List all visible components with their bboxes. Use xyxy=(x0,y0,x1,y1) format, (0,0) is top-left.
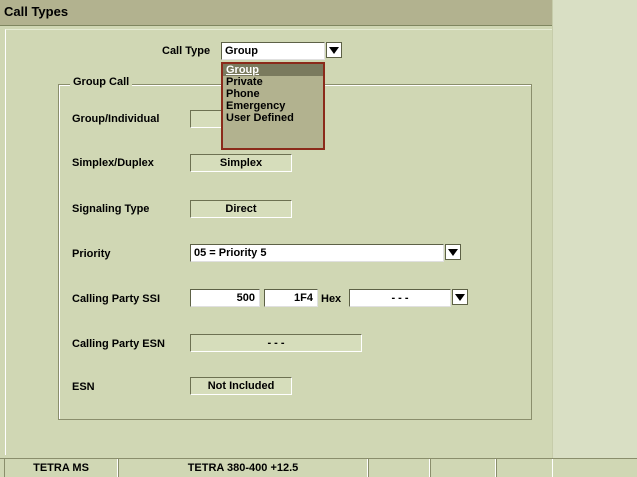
call-type-dropdown-button[interactable] xyxy=(326,42,342,58)
status-slot-2[interactable] xyxy=(430,459,496,477)
priority-label: Priority xyxy=(72,248,111,260)
status-slot-3[interactable] xyxy=(496,459,553,477)
group-individual-label: Group/Individual xyxy=(72,113,160,125)
chevron-down-icon xyxy=(455,293,465,301)
simplex-duplex-label: Simplex/Duplex xyxy=(72,157,154,169)
window-title: Call Types xyxy=(0,0,552,26)
ssi-decimal-input[interactable]: 500 xyxy=(190,289,260,307)
call-type-dropdown-list: Group Private Phone Emergency User Defin… xyxy=(221,62,325,150)
dropdown-option-group[interactable]: Group xyxy=(223,64,323,76)
priority-dropdown-button[interactable] xyxy=(445,244,461,260)
ssi-dropdown-button[interactable] xyxy=(452,289,468,305)
esn-label: ESN xyxy=(72,381,95,393)
call-type-select[interactable]: Group xyxy=(221,42,325,60)
calling-party-esn-label: Calling Party ESN xyxy=(72,338,165,350)
esn-field[interactable]: Not Included xyxy=(190,377,292,395)
calling-party-ssi-label: Calling Party SSI xyxy=(72,293,161,305)
signaling-type-label: Signaling Type xyxy=(72,203,150,215)
dropdown-option-phone[interactable]: Phone xyxy=(223,88,323,100)
signaling-type-field[interactable]: Direct xyxy=(190,200,292,218)
dropdown-option-private[interactable]: Private xyxy=(223,76,323,88)
ssi-hex-input[interactable]: 1F4 xyxy=(264,289,318,307)
hex-label: Hex xyxy=(321,293,342,305)
dropdown-option-emergency[interactable]: Emergency xyxy=(223,100,323,112)
ssi-extra-select[interactable]: - - - xyxy=(349,289,451,307)
calling-party-esn-field[interactable]: - - - xyxy=(190,334,362,352)
call-type-label: Call Type xyxy=(162,45,211,57)
priority-select[interactable]: 05 = Priority 5 xyxy=(190,244,444,262)
group-call-title: Group Call xyxy=(70,76,133,88)
chevron-down-icon xyxy=(329,46,339,54)
status-mode[interactable]: TETRA MS xyxy=(4,459,118,477)
simplex-duplex-field[interactable]: Simplex xyxy=(190,154,292,172)
dropdown-option-user-defined[interactable]: User Defined xyxy=(223,112,323,124)
status-slot-1[interactable] xyxy=(368,459,430,477)
right-side-panel xyxy=(552,0,637,458)
chevron-down-icon xyxy=(448,248,458,256)
status-band[interactable]: TETRA 380-400 +12.5 xyxy=(118,459,368,477)
